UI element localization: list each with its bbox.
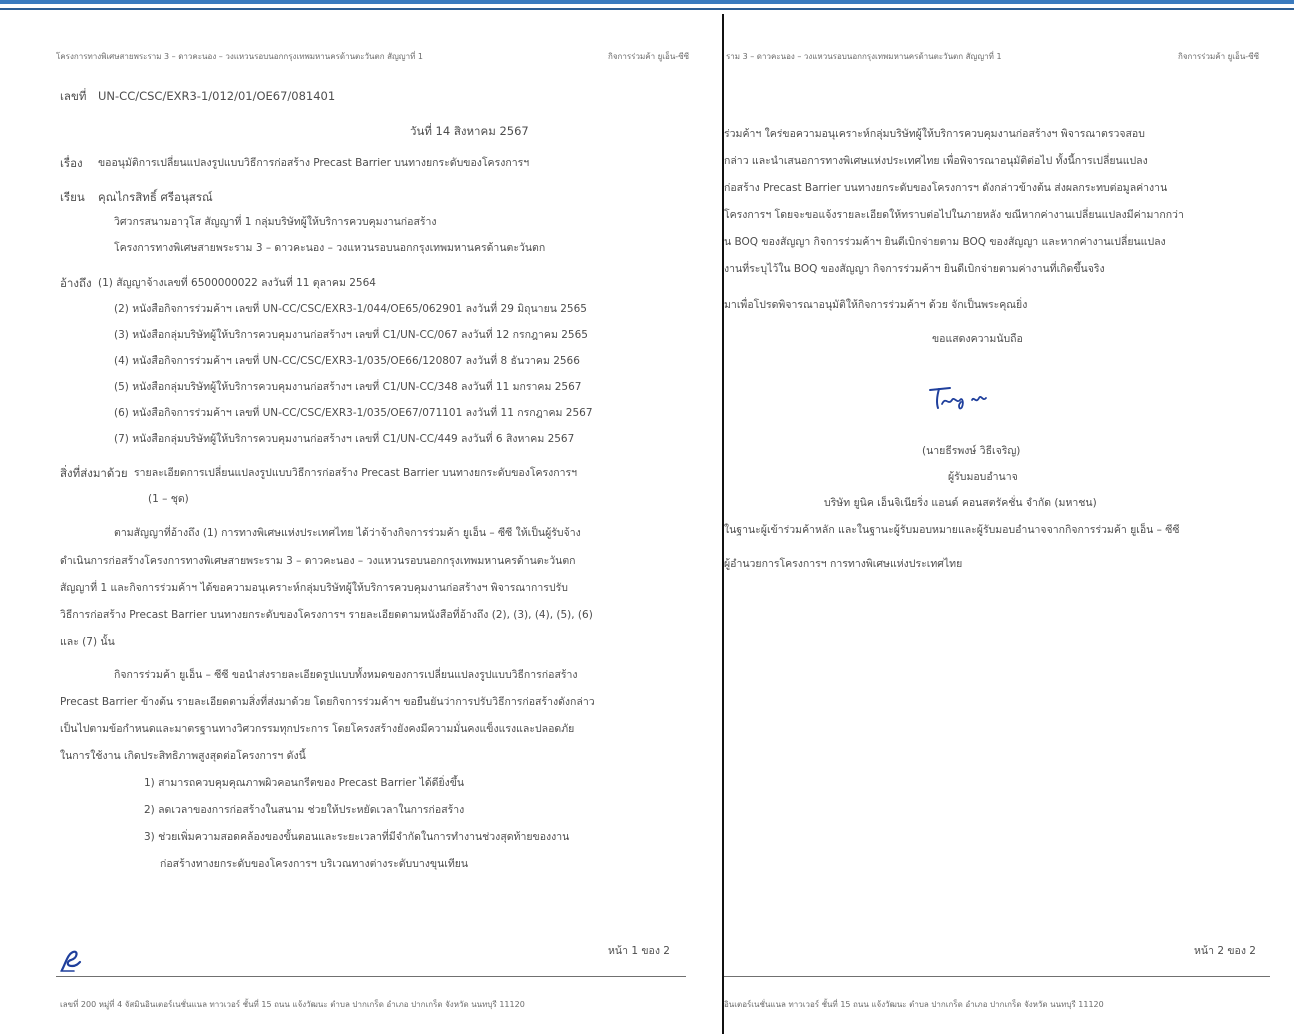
page-header-left: ราม 3 – ดาวคะนอง – วงแหวนรอบนอกกรุงเทพมห… [726,52,1002,61]
document-viewer: โครงการทางพิเศษสายพระราม 3 – ดาวคะนอง – … [0,0,1294,1034]
footer-rule [724,976,1270,977]
recipient-label: เรียน [60,190,85,204]
benefit-item: 1) สามารถควบคุมคุณภาพผิวคอนกรีตของ Preca… [144,777,465,789]
reference-item: (2) หนังสือกิจการร่วมค้าฯ เลขที่ UN-CC/C… [114,303,587,315]
references-label: อ้างถึง [60,276,92,290]
reference-item: (4) หนังสือกิจการร่วมค้าฯ เลขที่ UN-CC/C… [114,355,580,367]
body-line: ในการใช้งาน เกิดประสิทธิภาพสูงสุดต่อโครง… [60,750,306,762]
reference-item: (5) หนังสือกลุ่มบริษัทผู้ให้บริการควบคุม… [114,381,582,393]
footer-address: อินเตอร์เนชั่นแนล ทาวเวอร์ ชั้นที่ 15 ถน… [724,1000,1104,1009]
reference-item: (6) หนังสือกิจการร่วมค้าฯ เลขที่ UN-CC/C… [114,407,593,419]
page-number: หน้า 2 ของ 2 [1194,945,1256,957]
reference-item: (3) หนังสือกลุ่มบริษัทผู้ให้บริการควบคุม… [114,329,588,341]
reference-number: UN-CC/CSC/EXR3-1/012/01/OE67/081401 [98,89,336,103]
page-header-right: กิจการร่วมค้า ยูเอ็น-ซีซี [1178,52,1260,61]
page-header-left: โครงการทางพิเศษสายพระราม 3 – ดาวคะนอง – … [56,52,423,61]
reference-item: (1) สัญญาจ้างเลขที่ 6500000022 ลงวันที่ … [98,277,376,289]
body-line: งานที่ระบุไว้ใน BOQ ของสัญญา กิจการร่วมค… [724,263,1105,275]
closing-line: มาเพื่อโปรดพิจารณาอนุมัติให้กิจการร่วมค้… [724,299,1028,311]
body-line: ดำเนินการก่อสร้างโครงการทางพิเศษสายพระรา… [60,555,576,567]
capacity-line: ในฐานะผู้เข้าร่วมค้าหลัก และในฐานะผู้รับ… [724,524,1180,536]
body-line: ก่อสร้าง Precast Barrier บนทางยกระดับของ… [724,182,1168,194]
copy-to-line: ผู้อำนวยการโครงการฯ การทางพิเศษแห่งประเท… [724,558,963,570]
reference-label: เลขที่ [60,89,87,103]
body-line: ร่วมค้าฯ ใคร่ขอความอนุเคราะห์กลุ่มบริษัท… [724,128,1145,140]
subject-label: เรื่อง [60,156,83,170]
body-line: ตามสัญญาที่อ้างถึง (1) การทางพิเศษแห่งปร… [114,527,581,539]
body-line: กล่าว และนำเสนอการทางพิเศษแห่งประเทศไทย … [724,155,1148,167]
body-line: เป็นไปตามข้อกำหนดและมาตรฐานทางวิศวกรรมทุ… [60,723,575,735]
reference-item: (7) หนังสือกลุ่มบริษัทผู้ให้บริการควบคุม… [114,433,575,445]
handwritten-signature [929,387,987,410]
benefit-item: ก่อสร้างทางยกระดับของโครงการฯ บริเวณทางต… [160,858,469,870]
recipient-project: โครงการทางพิเศษสายพระราม 3 – ดาวคะนอง – … [114,242,546,254]
recipient-name: คุณไกรสิทธิ์ ศรีอนุสรณ์ [98,190,213,204]
page-2: ราม 3 – ดาวคะนอง – วงแหวนรอบนอกกรุงเทพมห… [724,14,1294,1034]
enclosure-count: (1 – ชุด) [148,493,189,505]
page-1: โครงการทางพิเศษสายพระราม 3 – ดาวคะนอง – … [10,14,722,1034]
benefit-item: 2) ลดเวลาของการก่อสร้างในสนาม ช่วยให้ประ… [144,804,465,816]
signer-title: ผู้รับมอบอำนาจ [948,471,1018,483]
body-line: น BOQ ของสัญญา กิจการร่วมค้าฯ ยินดีเบิกจ… [724,236,1166,248]
body-line: สัญญาที่ 1 และกิจการร่วมค้าฯ ได้ขอความอน… [60,582,568,594]
enclosure-text: รายละเอียดการเปลี่ยนแปลงรูปแบบวิธีการก่อ… [134,467,578,479]
signer-name: (นายธีรพงษ์ วิธีเจริญ) [922,445,1021,457]
company-name: บริษัท ยูนิค เอ็นจิเนียริ่ง แอนด์ คอนสตร… [824,497,1097,509]
regards-text: ขอแสดงความนับถือ [932,333,1023,345]
page-number: หน้า 1 ของ 2 [608,945,670,957]
body-line: กิจการร่วมค้า ยูเอ็น – ซีซี ขอนำส่งรายละ… [114,669,578,681]
recipient-position: วิศวกรสนามอาวุโส สัญญาที่ 1 กลุ่มบริษัทผ… [114,216,437,228]
body-line: และ (7) นั้น [60,636,115,648]
enclosure-label: สิ่งที่ส่งมาด้วย [60,466,128,480]
subject-text: ขออนุมัติการเปลี่ยนแปลงรูปแบบวิธีการก่อส… [98,157,530,169]
letter-date: วันที่ 14 สิงหาคม 2567 [410,124,529,138]
top-border [0,8,1294,10]
initials-signature [60,950,82,972]
body-line: โครงการฯ โดยจะขอแจ้งรายละเอียดให้ทราบต่อ… [724,209,1184,221]
footer-address: เลขที่ 200 หมู่ที่ 4 จัสมินอินเตอร์เนชั่… [60,1000,525,1009]
page-header-right: กิจการร่วมค้า ยูเอ็น-ซีซี [608,52,690,61]
benefit-item: 3) ช่วยเพิ่มความสอดคล้องของขั้นตอนและระย… [144,831,570,843]
footer-rule [56,976,686,977]
body-line: Precast Barrier ข้างต้น รายละเอียดตามสิ่… [60,696,595,708]
body-line: วิธีการก่อสร้าง Precast Barrier บนทางยกร… [60,609,593,621]
